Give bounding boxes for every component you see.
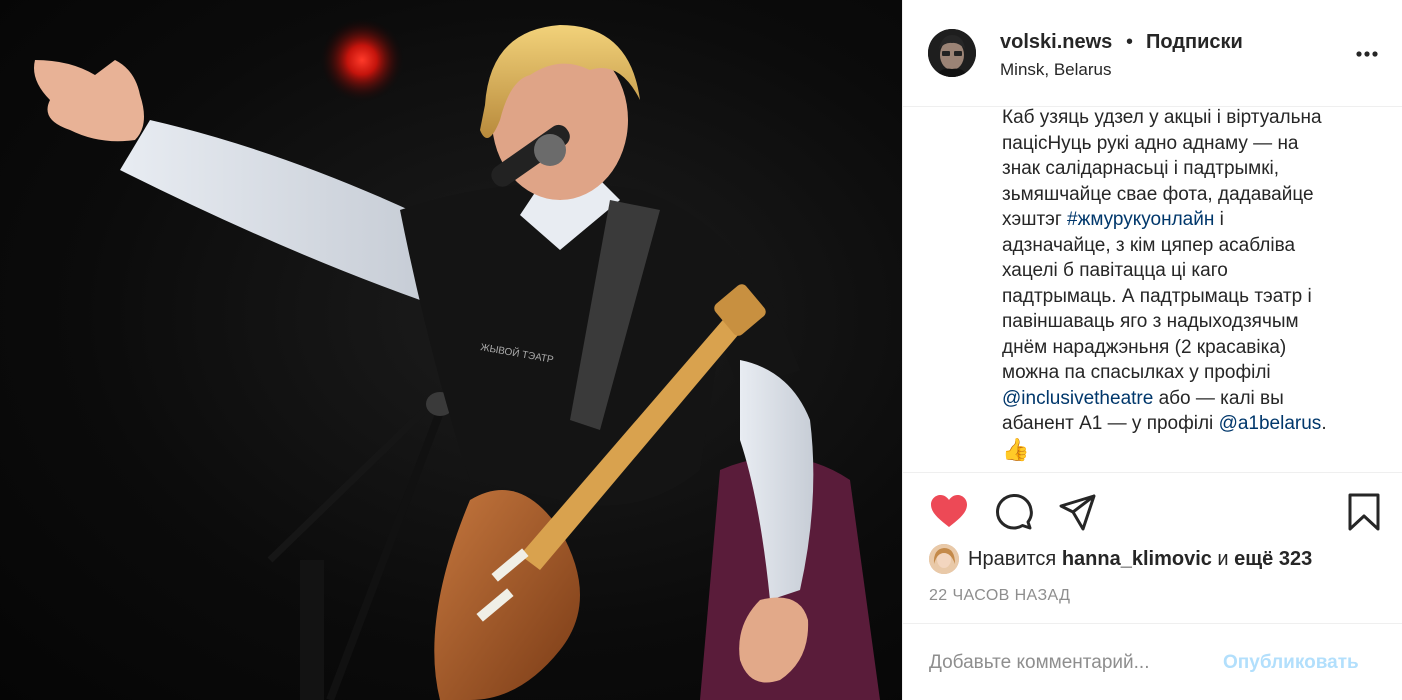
caption-text: знак салідарнасьці і падтрымкі, [1002, 158, 1280, 179]
caption-text: пацісНуць рукі адно аднаму — на [1002, 132, 1299, 154]
share-icon[interactable] [1058, 492, 1098, 532]
bookmark-icon[interactable] [1344, 492, 1384, 532]
more-options-icon[interactable] [1355, 44, 1379, 64]
likes-prefix: Нравится [968, 547, 1062, 570]
caption-line: хацелі б павітацца ці каго [1002, 258, 1394, 284]
comment-input[interactable] [929, 652, 1209, 674]
caption-text: можна па спасылках у профілі [1002, 362, 1271, 383]
header-separator: • [1126, 31, 1134, 53]
caption-text: павіншаваць яго з надыходзячым [1002, 311, 1299, 332]
caption-text: днём нараджэньня (2 красавіка) [1002, 336, 1287, 358]
caption-text: . [1321, 413, 1327, 434]
post-username[interactable]: volski.news [1000, 31, 1112, 54]
post-actions [903, 472, 1402, 550]
concert-photo-illustration: ЖЫВОЙ ТЭАТР [34, 18, 880, 700]
liker-avatar[interactable] [929, 544, 959, 574]
liker-username[interactable]: hanna_klimovic [1062, 548, 1212, 571]
caption-line: 👍 [1002, 437, 1394, 465]
liker-avatar-image [929, 544, 959, 574]
comment-icon[interactable] [994, 492, 1034, 532]
caption-line: знак салідарнасьці і падтрымкі, [1002, 156, 1394, 182]
post-location[interactable]: Minsk, Belarus [1000, 60, 1111, 80]
post-header: volski.news • Подписки Minsk, Belarus [903, 0, 1402, 107]
post-side-panel: volski.news • Подписки Minsk, Belarus Ка… [902, 0, 1402, 700]
caption-text: падтрымаць. А падтрымаць тэатр і [1002, 285, 1312, 307]
caption-text: адзначайце, з кім цяпер асабліва [1002, 234, 1296, 256]
caption-line: павіншаваць яго з надыходзячым [1002, 309, 1394, 335]
avatar-image [928, 29, 976, 77]
caption-text: Каб узяць удзел у акцыі і віртуальна [1002, 107, 1322, 128]
caption-line: хэштэг #жмурукуонлайн і [1002, 207, 1394, 233]
post-photo[interactable]: ЖЫВОЙ ТЭАТР [0, 0, 902, 700]
hashtag-link[interactable]: #жмурукуонлайн [1067, 209, 1214, 230]
caption-line: @inclusivetheatre або — калі вы [1002, 386, 1394, 412]
caption-text: хацелі б павітацца ці каго [1002, 260, 1228, 281]
caption-text: зьмяшчайце свае фота, дадавайце [1002, 183, 1314, 205]
publish-button[interactable]: Опубликовать [1223, 652, 1359, 674]
caption-line: зьмяшчайце свае фота, дадавайце [1002, 182, 1394, 208]
likes-middle: и [1211, 547, 1235, 570]
caption-text: абанент А1 — у профілі [1002, 413, 1219, 434]
caption-line: можна па спасылках у профілі [1002, 360, 1394, 386]
instagram-post: ЖЫВОЙ ТЭАТР volski.news • Подписки Minsk… [0, 0, 1402, 700]
caption-text: і [1214, 209, 1224, 230]
caption-line: пацісНуць рукі адно аднаму — на [1002, 131, 1394, 157]
caption-line: днём нараджэньня (2 красавіка) [1002, 335, 1394, 361]
follow-button[interactable]: Подписки [1146, 31, 1243, 54]
mention-link[interactable]: @inclusivetheatre [1002, 388, 1153, 409]
likes-summary: Нравится hanna_klimovic и ещё 323 [929, 544, 1312, 574]
post-caption: Каб узяць удзел у акцыі і віртуальна паці… [1002, 105, 1394, 464]
caption-line: абанент А1 — у профілі @a1belarus. [1002, 411, 1394, 437]
comment-bar: Опубликовать [903, 623, 1402, 700]
post-timestamp[interactable]: 22 часов назад [929, 587, 1070, 605]
thumbs-up-emoji: 👍 [1002, 436, 1030, 462]
mention-link[interactable]: @a1belarus [1219, 413, 1322, 434]
caption-line: падтрымаць. А падтрымаць тэатр і [1002, 284, 1394, 310]
caption-line: Каб узяць удзел у акцыі і віртуальна [1002, 105, 1394, 131]
likes-count[interactable]: ещё 323 [1234, 548, 1312, 571]
caption-line: адзначайце, з кім цяпер асабліва [1002, 233, 1394, 259]
heart-filled-icon[interactable] [929, 492, 969, 532]
avatar[interactable] [928, 29, 976, 77]
caption-text: або — калі вы [1153, 387, 1284, 409]
caption-text: хэштэг [1002, 209, 1068, 230]
